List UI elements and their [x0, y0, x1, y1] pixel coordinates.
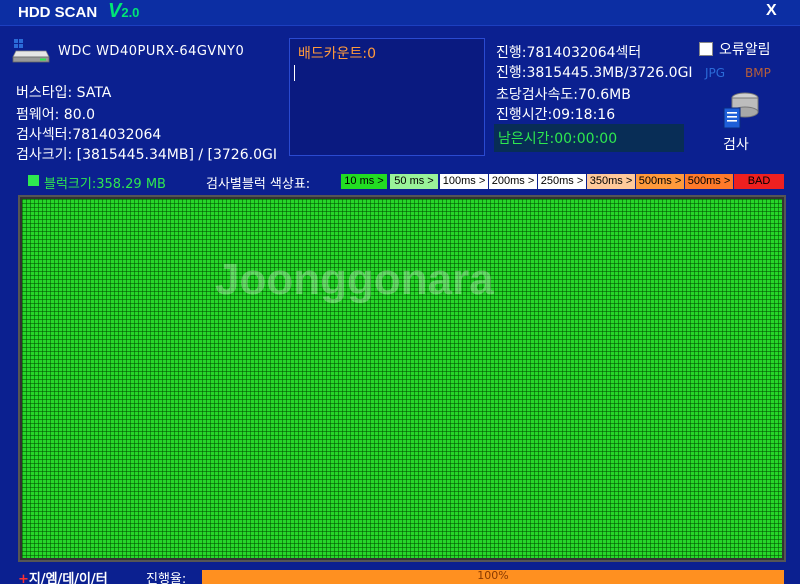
- disk-scan-icon[interactable]: [721, 90, 761, 130]
- block-grid: [18, 195, 786, 562]
- drive-model: WDC WD40PURX-64GVNY0: [58, 43, 245, 59]
- legend-item-350ms: 350ms >: [587, 174, 635, 189]
- block-size-label: 블럭크기:358.29 MB: [44, 177, 166, 192]
- legend-title: 검사별블럭 색상표:: [206, 177, 311, 192]
- brand-text: 지/엠/데/이/터: [28, 572, 108, 584]
- title-bar[interactable]: HDD SCAN V2.0 X: [0, 0, 800, 26]
- drive-row: WDC WD40PURX-64GVNY0: [12, 36, 287, 66]
- bad-count-panel[interactable]: 배드카운트:0: [289, 38, 485, 156]
- progress-sectors: 진행:7814032064섹터: [496, 45, 642, 61]
- legend-item-10ms: 10 ms >: [341, 174, 387, 189]
- plus-icon: +: [18, 572, 29, 584]
- error-alarm-label[interactable]: 오류알림: [719, 39, 771, 59]
- remaining-time: 남은시간:00:00:00: [498, 131, 618, 147]
- legend-item-250ms: 250ms >: [538, 174, 586, 189]
- legend-item-50ms: 50 ms >: [390, 174, 438, 189]
- text-cursor: [294, 65, 295, 81]
- scanned-blocks: [22, 199, 782, 558]
- legend-row: 블럭크기:358.29 MB 검사별블럭 색상표: 10 ms > 50 ms …: [0, 172, 800, 192]
- jpg-option[interactable]: JPG: [705, 66, 725, 80]
- elapsed-time: 진행시간:09:18:16: [496, 107, 616, 123]
- progress-amount: 진행:3815445.3MB/3726.0GI: [496, 65, 693, 81]
- bus-type: 버스타입: SATA: [16, 85, 112, 101]
- progress-info-panel: 진행:7814032064섹터 진행:3815445.3MB/3726.0GI …: [494, 40, 694, 160]
- close-button[interactable]: X: [766, 2, 777, 20]
- progress-bar: 100%: [202, 569, 784, 584]
- scan-size: 검사크기: [3815445.34MB] / [3726.0GI: [16, 147, 277, 163]
- error-alarm-checkbox[interactable]: [699, 42, 713, 56]
- version-number: 2.0: [121, 5, 140, 20]
- scan-speed: 초당검사속도:70.6MB: [496, 87, 631, 103]
- drive-info-panel: WDC WD40PURX-64GVNY0 버스타입: SATA 펌웨어: 80.…: [12, 36, 287, 166]
- footer-row: +지/엠/데/이/터 진행율: 100%: [0, 568, 800, 584]
- remaining-time-box: 남은시간:00:00:00: [494, 124, 684, 152]
- legend-item-500ms-b: 500ms >: [685, 174, 733, 189]
- app-version: V2.0: [108, 0, 139, 23]
- bmp-option[interactable]: BMP: [745, 66, 771, 80]
- legend-item-bad: BAD: [734, 174, 784, 189]
- scan-button-label[interactable]: 검사: [723, 134, 749, 154]
- bad-count-label: 배드카운트:0: [298, 46, 377, 62]
- progress-label: 진행율:: [146, 572, 187, 584]
- scan-sectors: 검사섹터:7814032064: [16, 127, 162, 143]
- brand-label: +지/엠/데/이/터: [18, 568, 108, 584]
- legend-item-500ms-a: 500ms >: [636, 174, 684, 189]
- firmware: 펌웨어: 80.0: [16, 107, 95, 123]
- block-size-swatch: [28, 175, 39, 186]
- version-prefix: V: [108, 0, 122, 22]
- legend-item-200ms: 200ms >: [489, 174, 537, 189]
- hdd-scan-window: HDD SCAN V2.0 X WDC WD40PURX-64GVNY0 버스타…: [0, 0, 800, 584]
- app-title: HDD SCAN: [18, 4, 98, 21]
- hard-drive-icon: [12, 39, 50, 63]
- legend-item-100ms: 100ms >: [440, 174, 488, 189]
- progress-value: 100%: [477, 569, 509, 582]
- options-panel: 오류알림 JPG BMP 검사: [697, 38, 797, 158]
